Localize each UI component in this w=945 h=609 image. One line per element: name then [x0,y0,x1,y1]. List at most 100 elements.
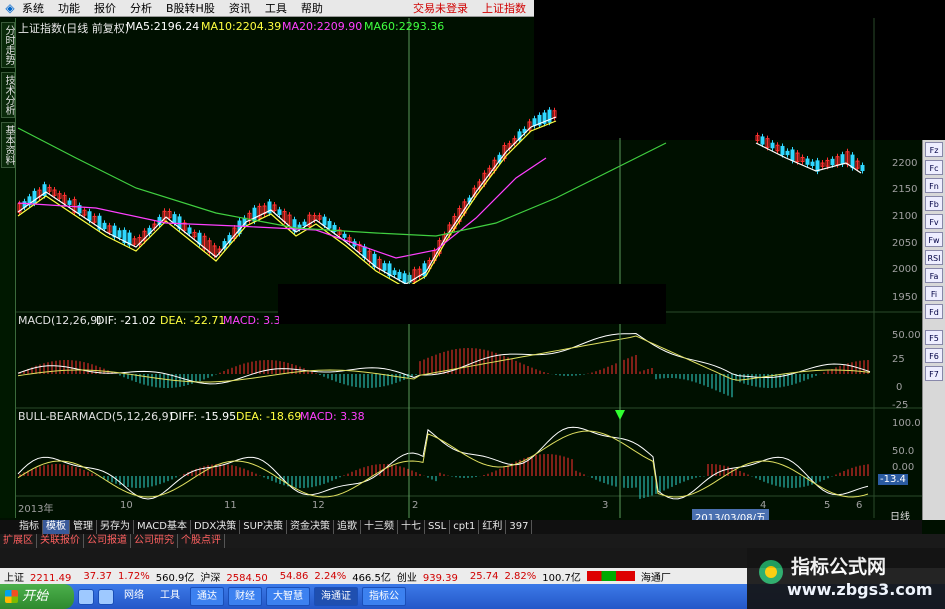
tab-company-report[interactable]: 公司报道 [84,534,131,548]
menu-system[interactable]: 系统 [22,0,44,16]
tab-fundamentals[interactable]: 基本资料 [1,122,15,168]
price-axis-label: 1950 [892,292,918,303]
cy-index[interactable]: 创业 939.39 [397,569,464,584]
ma5-line [17,116,557,285]
tab-extension[interactable]: 扩展区 [0,534,37,548]
windows-logo-icon [5,590,18,603]
macd-dea: DEA: -22.71 [160,314,226,327]
app-logo-icon: ◈ [5,1,15,15]
taskbar-network[interactable]: 网络 [118,587,150,606]
menu-info[interactable]: 资讯 [229,0,251,16]
price-axis-label: 2150 [892,184,918,195]
candle-body [102,222,107,230]
start-button[interactable]: 开始 [0,584,74,609]
taskbar-formula[interactable]: 指标公 [362,587,406,606]
candle-body [187,227,192,234]
tool-f6-icon[interactable]: F6 [925,348,943,363]
taskbar-tools[interactable]: 工具 [154,587,186,606]
tab-ssl[interactable]: SSL [425,520,451,534]
tab-stock-comment[interactable]: 个股点评 [178,534,225,548]
ma10-readout: MA10:2204.39 [201,20,282,33]
sz-amount: 466.5亿 [352,572,391,584]
date-axis-label: 11 [224,500,237,511]
tab-chase[interactable]: 追歌 [334,520,361,534]
tab-ddx[interactable]: DDX决策 [191,520,241,534]
tool-f7-icon[interactable]: F7 [925,366,943,381]
tool-indicator-icon[interactable]: Fi [925,286,943,301]
tab-company-research[interactable]: 公司研究 [131,534,178,548]
tab-17[interactable]: 十七 [398,520,425,534]
candle-body [780,145,785,156]
tab-manage[interactable]: 管理 [70,520,97,534]
right-toolbar: Fz Fc Fn Fb Fv Fw RSI Fa Fi Fd F5 F6 F7 [922,140,945,520]
taskbar-tongda[interactable]: 通达 [190,587,224,606]
tool-news-icon[interactable]: Fn [925,178,943,193]
tab-13[interactable]: 十三频 [361,520,398,534]
date-axis-label: 10 [120,500,133,511]
tab-indicator[interactable]: 指标 [16,520,43,534]
candle-body [402,273,407,284]
tab-template[interactable]: 模板 [43,520,70,534]
candle-body [87,211,92,221]
ma5-readout: MA5:2196.24 [126,20,200,33]
tool-f5-icon[interactable]: F5 [925,330,943,345]
date-axis-label: 12 [312,500,325,511]
tool-rsi-icon[interactable]: RSI [925,250,943,265]
tab-fund[interactable]: 资金决策 [287,520,334,534]
taskbar-haitong[interactable]: 海通证 [314,587,358,606]
tool-window-icon[interactable]: Fw [925,232,943,247]
tab-save-as[interactable]: 另存为 [97,520,134,534]
ma20-line [17,157,547,259]
kline-chart[interactable]: 上证指数(日线 前复权) MA5:2196.24 MA10:2204.39 MA… [16,18,922,524]
tab-intraday[interactable]: 分时走势 [1,22,15,68]
menu-analysis[interactable]: 分析 [130,0,152,16]
candle-body [342,233,347,238]
tool-zoom-icon[interactable]: Fz [925,142,943,157]
menu-quote[interactable]: 报价 [94,0,116,16]
bull-title: BULL-BEARMACD(5,12,26,9) [18,410,173,423]
taskbar-finance[interactable]: 财经 [228,587,262,606]
sh-index[interactable]: 上证 2211.49 [4,569,77,584]
menu-function[interactable]: 功能 [58,0,80,16]
bull-diff: DIFF: -15.95 [170,410,237,423]
tab-397[interactable]: 397 [506,520,533,534]
tab-related-quote[interactable]: 关联报价 [37,534,84,548]
quicklaunch-desktop-icon[interactable] [98,588,114,605]
date-axis-label: 5 [824,500,831,511]
candle-body [810,161,815,166]
menu-help[interactable]: 帮助 [301,0,323,16]
watermark-url: www.zbgs3.com [787,580,933,599]
tab-technical[interactable]: 技术分析 [1,72,15,118]
tab-cpt1[interactable]: cpt1 [450,520,480,534]
date-axis-label: 2013年 [18,504,54,515]
ma60-readout: MA60:2293.36 [364,20,445,33]
menu-bshare[interactable]: B股转H股 [166,0,215,16]
trade-login-link[interactable]: 交易未登录 [413,0,468,16]
tool-draw-icon[interactable]: Fd [925,304,943,319]
candle-body [805,158,810,165]
quicklaunch-ie-icon[interactable] [78,588,94,605]
candle-body [860,164,865,172]
taskbar-dzh[interactable]: 大智慧 [266,587,310,606]
price-axis-label: 2200 [892,158,918,169]
site-watermark: 指标公式网 www.zbgs3.com [747,548,945,609]
ma10-line [17,120,557,289]
chart-title: 上证指数(日线 前复权) [18,22,130,35]
sh-change: 37.37 [83,570,112,582]
index-link[interactable]: 上证指数 [482,0,526,16]
tab-sup[interactable]: SUP决策 [240,520,287,534]
tab-dividend[interactable]: 红利 [479,520,507,534]
tool-cursor-icon[interactable]: Fc [925,160,943,175]
price-axis-label: 2050 [892,238,918,249]
cy-amount: 100.7亿 [542,572,581,584]
candle-body [815,160,820,172]
tool-volume-icon[interactable]: Fv [925,214,943,229]
menu-tools[interactable]: 工具 [265,0,287,16]
tool-brush-icon[interactable]: Fb [925,196,943,211]
sz-index[interactable]: 沪深 2584.50 [200,569,273,584]
candle-body [785,150,790,156]
candle-body [790,149,795,161]
tool-analyze-icon[interactable]: Fa [925,268,943,283]
tab-macd-basic[interactable]: MACD基本 [134,520,191,534]
bull-axis-label: 100.0 [892,418,921,429]
